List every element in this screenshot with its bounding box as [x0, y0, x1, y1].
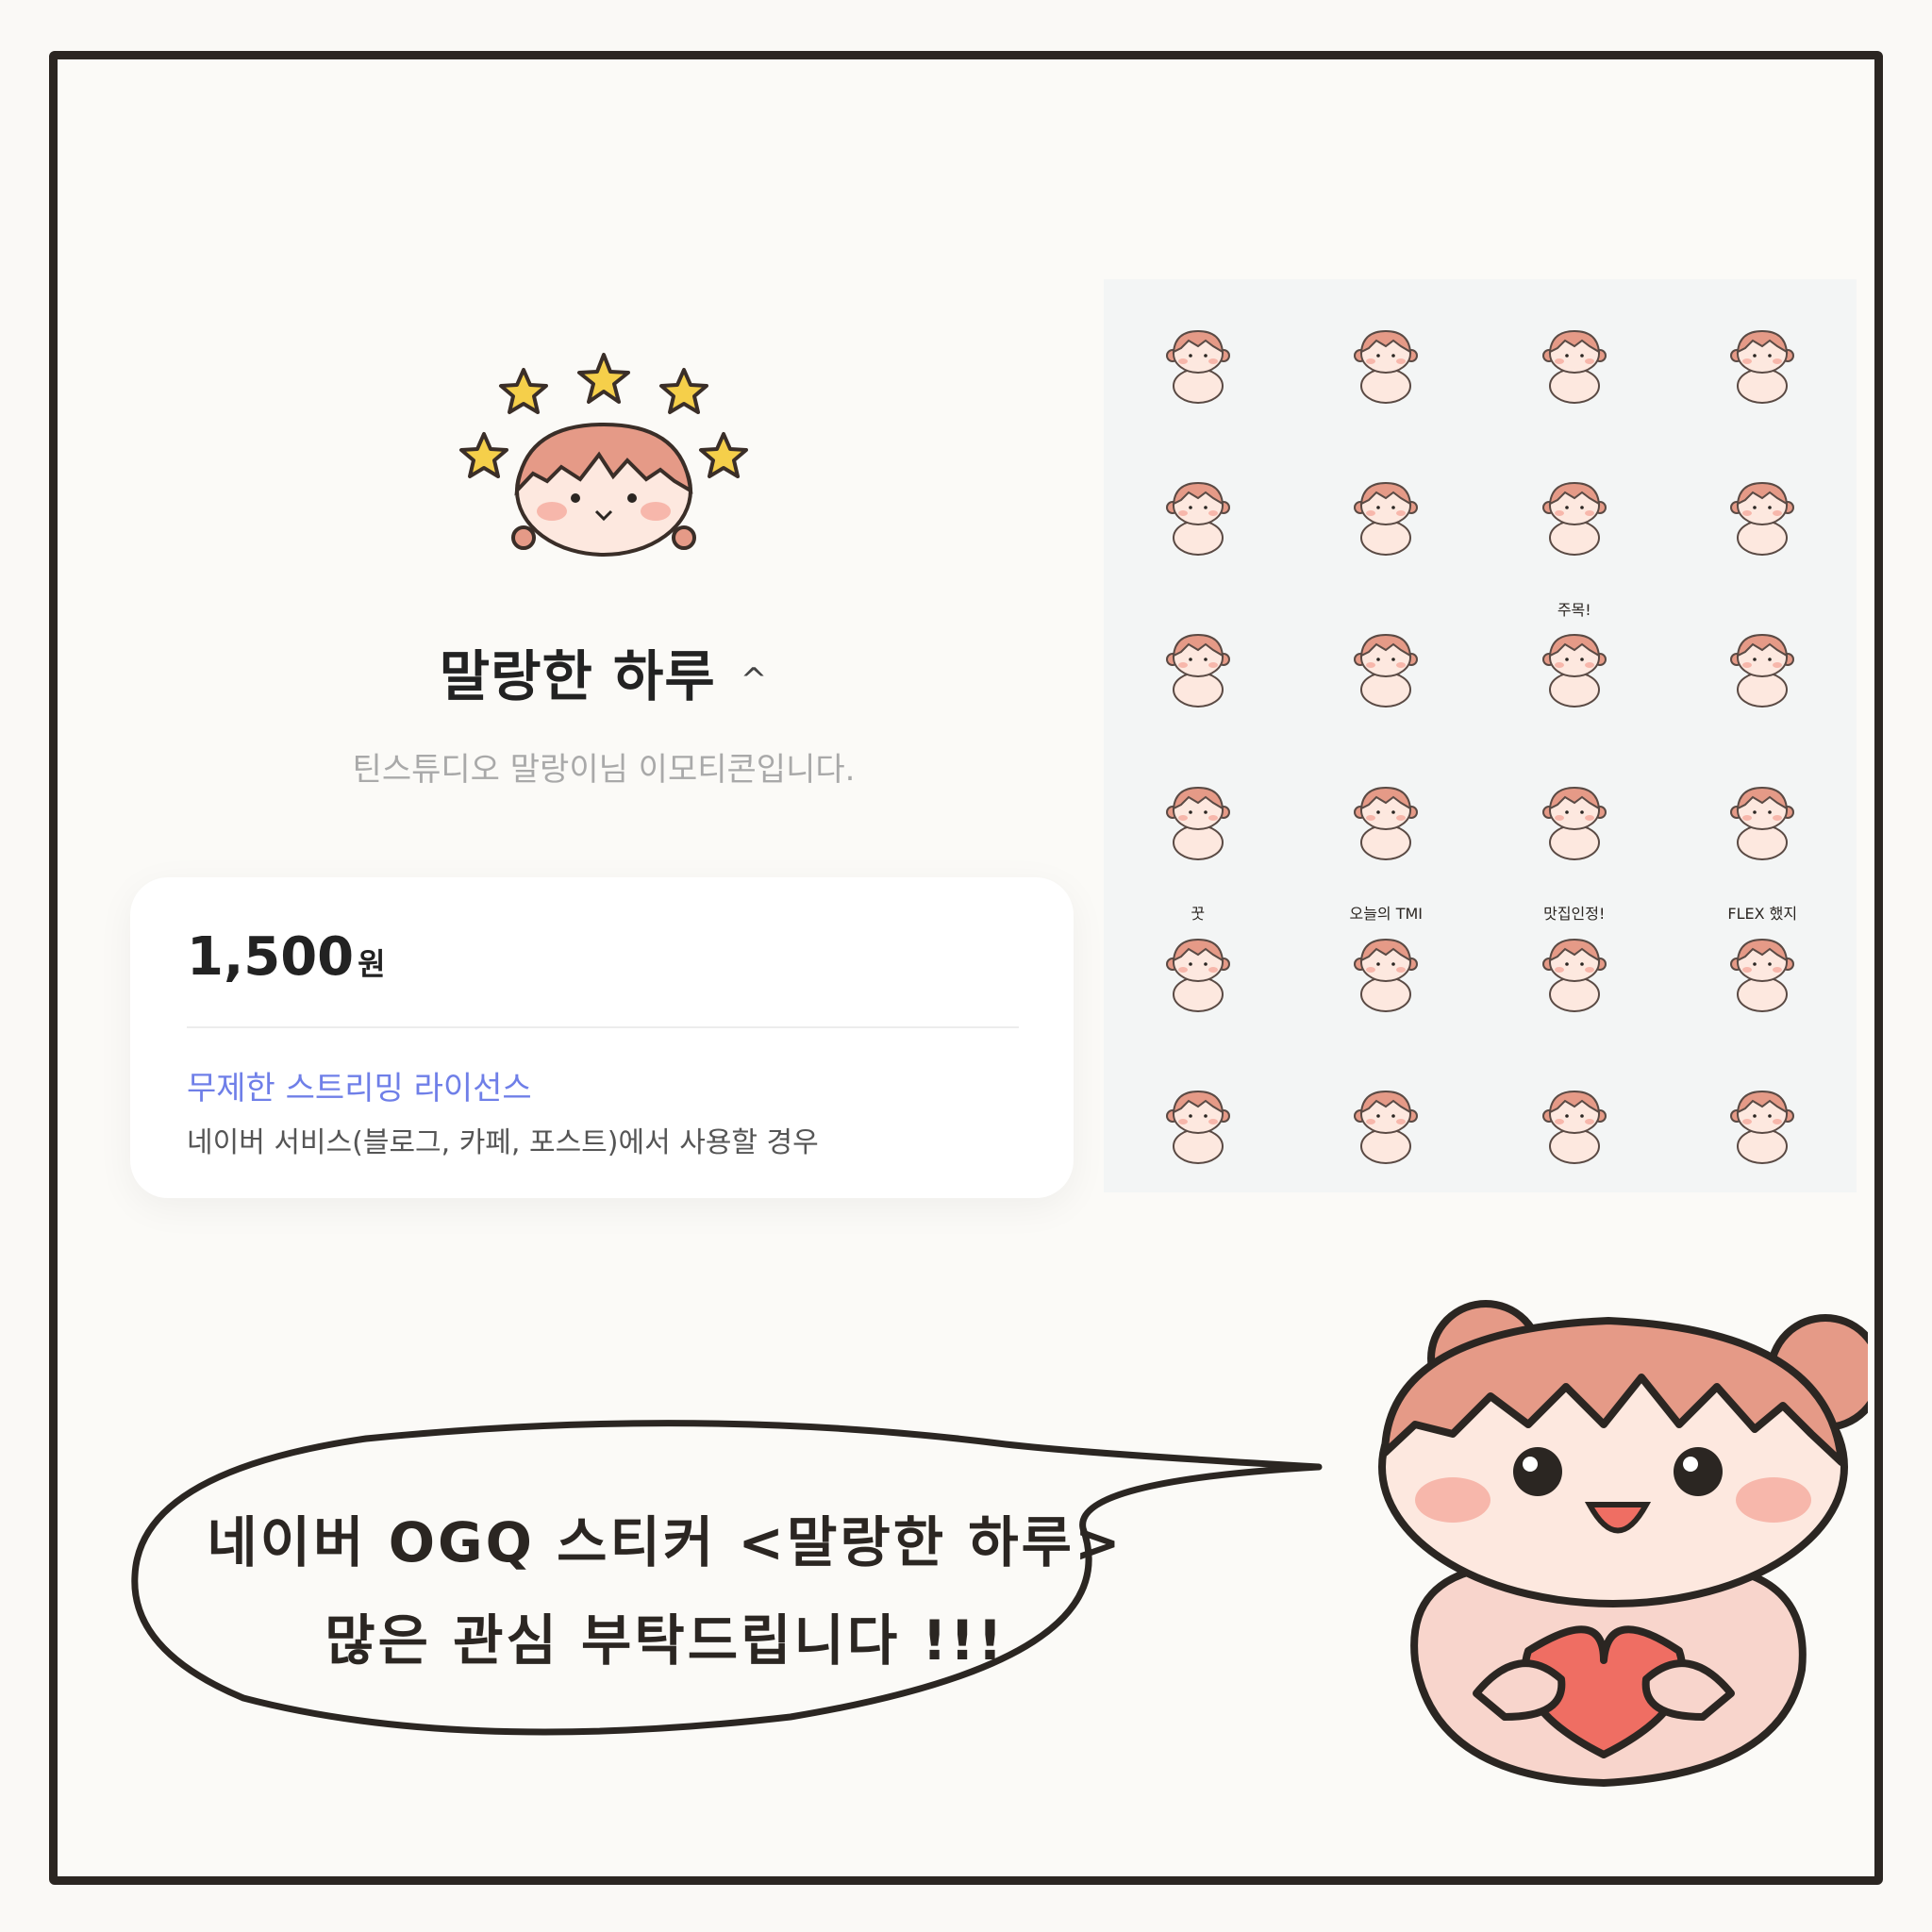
sticker-item[interactable]: 주목! — [1480, 584, 1669, 736]
sticker-item[interactable] — [1292, 736, 1481, 888]
sticker-item[interactable] — [1480, 1041, 1669, 1192]
sticker-item[interactable] — [1669, 279, 1857, 431]
license-label[interactable]: 무제한 스트리밍 라이선스 — [187, 1062, 532, 1108]
sticker-character-icon — [1541, 329, 1607, 404]
sticker-description: 틴스튜디오 말랑이님 이모티콘입니다. — [352, 751, 856, 789]
product-panel: 말랑한 하루 ^ 틴스튜디오 말랑이님 이모티콘입니다. 1,500 원 무제한 스… — [123, 283, 1085, 1245]
sticker-preview-grid: 주목! 꿋 오늘의 TMI 맛집인정! FLEX 했지 — [1104, 279, 1857, 1192]
sticker-item[interactable] — [1104, 279, 1292, 431]
sticker-title-row[interactable]: 말랑한 하루 ^ — [123, 632, 1085, 711]
sticker-item[interactable] — [1292, 431, 1481, 583]
sticker-character-icon — [1354, 938, 1419, 1012]
sticker-item[interactable]: FLEX 했지 — [1669, 888, 1857, 1040]
sticker-item[interactable] — [1104, 736, 1292, 888]
sticker-item[interactable] — [1669, 584, 1857, 736]
sticker-character-icon — [1730, 481, 1795, 556]
sticker-character-icon — [1730, 938, 1795, 1012]
sticker-item[interactable] — [1292, 584, 1481, 736]
sticker-item[interactable] — [1104, 431, 1292, 583]
sticker-item[interactable]: 맛집인정! — [1480, 888, 1669, 1040]
sticker-character-icon — [1354, 634, 1419, 708]
sticker-character-icon — [1541, 634, 1607, 708]
sticker-character-icon — [1354, 481, 1419, 556]
sticker-character-icon — [1165, 1091, 1230, 1165]
sticker-item[interactable] — [1292, 1041, 1481, 1192]
sticker-character-icon — [1730, 1091, 1795, 1165]
price: 1,500 원 — [187, 926, 386, 988]
sticker-item[interactable] — [1480, 279, 1669, 431]
divider — [187, 1026, 1019, 1028]
sticker-character-icon — [1730, 634, 1795, 708]
character-heart-icon — [1378, 1300, 1868, 1787]
sticker-item[interactable] — [1104, 1041, 1292, 1192]
character-stars-icon — [459, 353, 748, 557]
sticker-item[interactable] — [1669, 431, 1857, 583]
license-description: 네이버 서비스(블로그, 카페, 포스트)에서 사용할 경우 — [187, 1126, 819, 1159]
sticker-character-icon — [1165, 329, 1230, 404]
sticker-character-icon — [1730, 786, 1795, 860]
speech-line-2: 많은 관심 부탁드립니다 !!! — [325, 1608, 1006, 1673]
sticker-character-icon — [1354, 329, 1419, 404]
sticker-character-icon — [1165, 634, 1230, 708]
chevron-up-icon[interactable]: ^ — [741, 661, 769, 699]
sticker-caption: FLEX 했지 — [1727, 905, 1798, 924]
sticker-item[interactable]: 꿋 — [1104, 888, 1292, 1040]
price-card[interactable]: 1,500 원 무제한 스트리밍 라이선스 네이버 서비스(블로그, 카페, 포스… — [130, 877, 1074, 1198]
sticker-item[interactable] — [1669, 1041, 1857, 1192]
sticker-caption: 주목! — [1557, 600, 1591, 619]
sticker-item[interactable] — [1480, 736, 1669, 888]
speech-line-1: 네이버 OGQ 스티커 <말랑한 하루> — [207, 1510, 1124, 1574]
sticker-character-icon — [1165, 938, 1230, 1012]
sticker-item[interactable] — [1480, 431, 1669, 583]
sticker-item[interactable] — [1292, 279, 1481, 431]
sticker-character-icon — [1541, 481, 1607, 556]
sticker-caption: 오늘의 TMI — [1349, 905, 1424, 924]
sticker-character-icon — [1730, 329, 1795, 404]
price-unit: 원 — [358, 946, 386, 982]
sticker-character-icon — [1354, 1091, 1419, 1165]
sticker-character-icon — [1541, 786, 1607, 860]
sticker-item[interactable] — [1104, 584, 1292, 736]
price-value: 1,500 — [187, 926, 355, 988]
sticker-item[interactable]: 오늘의 TMI — [1292, 888, 1481, 1040]
speech-bubble — [131, 1420, 1323, 1736]
sticker-character-icon — [1165, 786, 1230, 860]
sticker-caption: 꿋 — [1191, 905, 1206, 924]
sticker-item[interactable] — [1669, 736, 1857, 888]
sticker-character-icon — [1541, 938, 1607, 1012]
sticker-character-icon — [1165, 481, 1230, 556]
sticker-title: 말랑한 하루 — [439, 644, 716, 708]
sticker-character-icon — [1541, 1091, 1607, 1165]
sticker-caption: 맛집인정! — [1543, 905, 1606, 924]
sticker-character-icon — [1354, 786, 1419, 860]
